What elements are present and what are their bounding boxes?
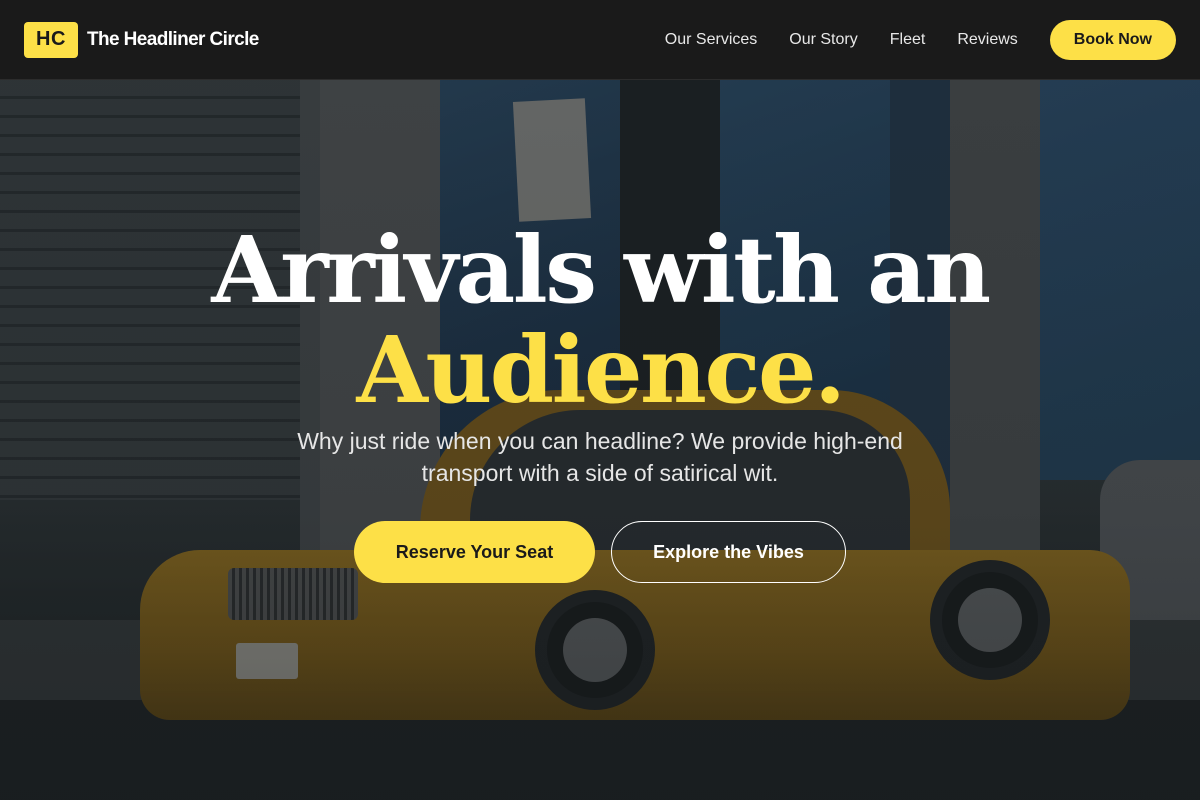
explore-vibes-button[interactable]: Explore the Vibes (611, 521, 846, 583)
navbar: HC The Headliner Circle Our Services Our… (0, 0, 1200, 80)
hero-headline: Arrivals with an (211, 216, 991, 324)
nav-link-fleet[interactable]: Fleet (890, 31, 926, 49)
hero-cta-row: Reserve Your Seat Explore the Vibes (0, 521, 1200, 583)
hero-section: Arrivals with an Audience. Why just ride… (0, 80, 1200, 800)
hero-subtitle: Why just ride when you can headline? We … (297, 428, 903, 486)
brand-name[interactable]: The Headliner Circle (87, 29, 259, 51)
hero-headline-accent: Audience. (356, 316, 846, 424)
brand[interactable]: HC The Headliner Circle (24, 21, 259, 58)
book-now-button[interactable]: Book Now (1049, 19, 1176, 60)
nav-link-our-services[interactable]: Our Services (665, 31, 757, 49)
nav-link-our-story[interactable]: Our Story (789, 31, 857, 49)
nav-links: Our Services Our Story Fleet Reviews Boo… (665, 19, 1176, 60)
nav-link-reviews[interactable]: Reviews (957, 31, 1017, 49)
logo-mark[interactable]: HC (24, 21, 78, 58)
reserve-seat-button[interactable]: Reserve Your Seat (354, 521, 595, 583)
